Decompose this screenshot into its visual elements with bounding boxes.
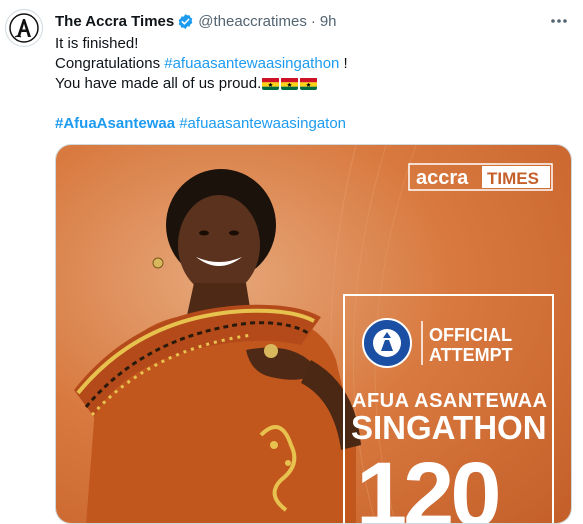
tweet-text: It is finished! Congratulations #afuaasa… [55,34,348,134]
hashtag-singathon[interactable]: #afuaasantewaasingathon [164,55,339,72]
proud-text: You have made all of us proud. [55,75,262,92]
singathon-hours-number: 120 [356,444,501,524]
timestamp[interactable]: 9h [320,13,337,30]
exclamation-text: ! [339,55,348,72]
tweet-line-1: It is finished! [55,35,139,52]
author-handle[interactable]: @theaccratimes [198,13,307,30]
singathon-name-line2: SINGATHON [351,409,547,446]
verified-badge-icon [177,13,194,30]
svg-text:TIMES: TIMES [487,169,539,188]
svg-text:accra: accra [416,167,469,189]
tweet-media-image[interactable]: accra TIMES OFFICIAL ATTEMPT AFUA ASANTE… [55,144,572,524]
tweet-line-2: Congratulations #afuaasantewaasingathon … [55,54,348,74]
ghana-flag-icon [262,77,280,90]
tweet-line-3: You have made all of us proud. [55,74,348,94]
official-attempt-text: OFFICIAL ATTEMPT [429,325,513,365]
flags [262,77,318,90]
hashtag-singaton[interactable]: #afuaasantewaasingaton [179,115,346,132]
congrats-text: Congratulations [55,55,165,72]
more-icon[interactable] [549,12,569,30]
ghana-flag-icon [281,77,299,90]
tweet-line-4: #AfuaAsantewaa #afuaasantewaasingaton [55,114,348,134]
author-name[interactable]: The Accra Times [55,13,174,30]
avatar[interactable] [5,9,43,47]
separator: · [310,12,316,30]
accra-times-logo-icon [9,13,39,43]
ghana-flag-icon [300,77,318,90]
tweet-header: The Accra Times @theaccratimes · 9h [55,11,337,31]
hashtag-afuaasantewaa[interactable]: #AfuaAsantewaa [55,115,175,132]
